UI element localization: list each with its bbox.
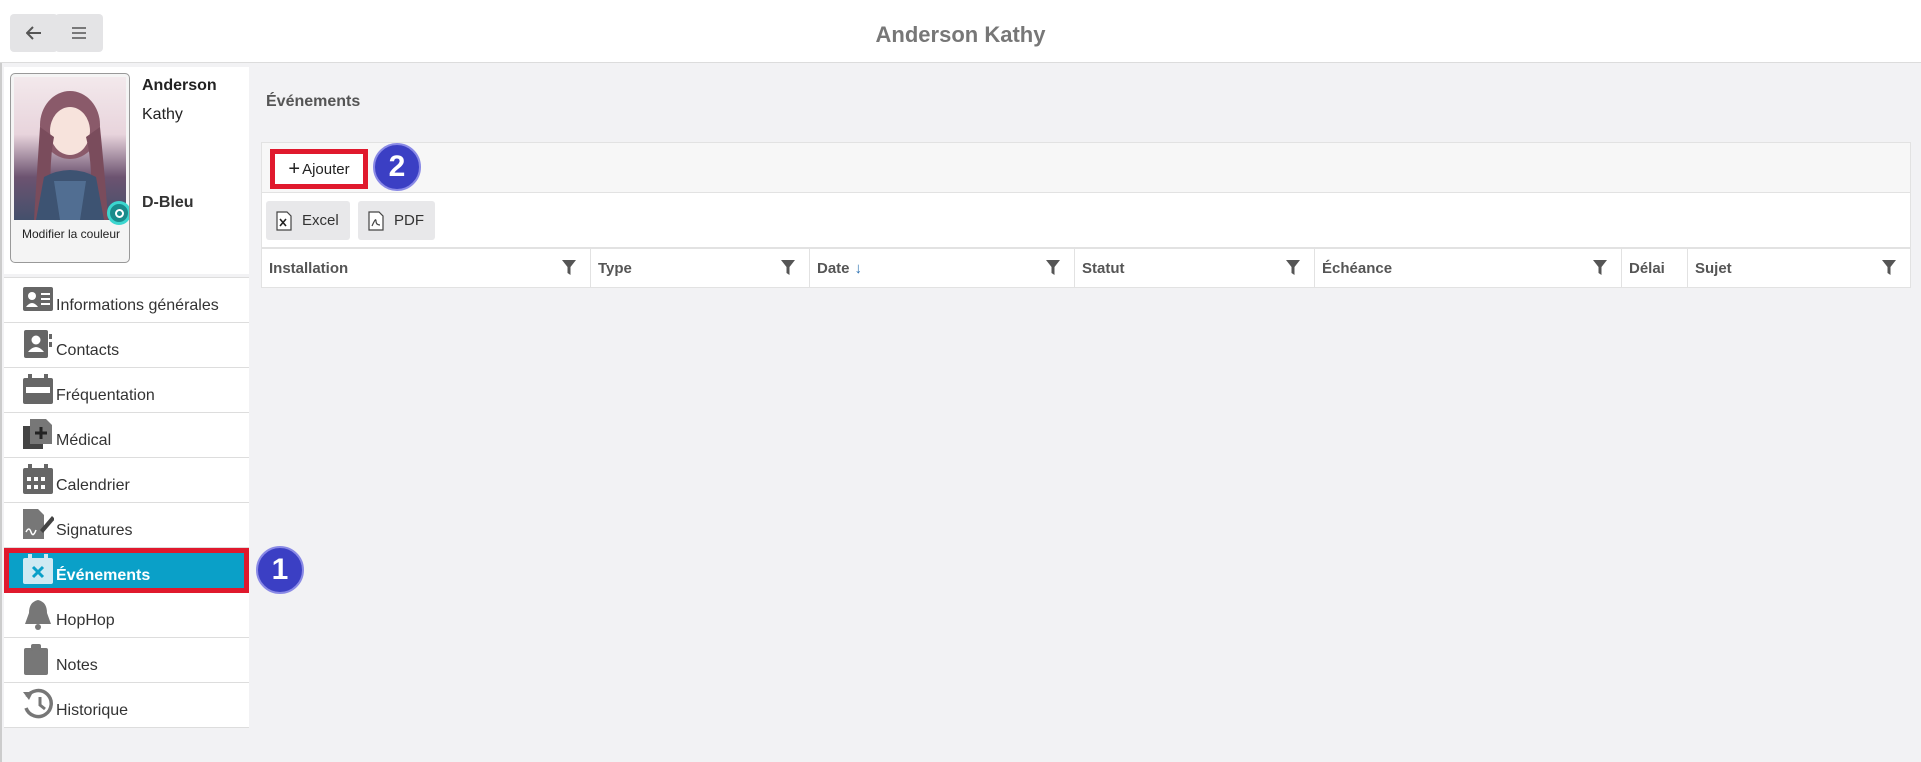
sidebar-item-label: HopHop (56, 612, 115, 629)
step-marker-1: 1 (256, 546, 304, 594)
add-button-label: Ajouter (302, 160, 350, 178)
profile-card: Modifier la couleur Anderson Kathy D-Ble… (4, 67, 249, 274)
column-header-echeance[interactable]: Échéance (1315, 249, 1622, 287)
column-label: Installation (269, 259, 349, 277)
profile-first-name: Kathy (142, 106, 183, 123)
event-icon (23, 554, 53, 584)
filter-icon[interactable] (1593, 260, 1607, 275)
section-title: Événements (266, 93, 361, 110)
photo-caption[interactable]: Modifier la couleur (11, 227, 129, 242)
sidebar-item-calendrier[interactable]: Calendrier (4, 458, 249, 503)
attendance-calendar-icon (23, 374, 53, 404)
column-label: Échéance (1322, 259, 1393, 277)
camera-icon[interactable] (107, 201, 129, 225)
top-bar: Anderson Kathy (0, 0, 1921, 63)
clipboard-icon (24, 644, 48, 675)
filter-icon[interactable] (562, 260, 576, 275)
excel-file-icon (276, 210, 292, 231)
pdf-file-icon (368, 210, 384, 231)
profile-last-name: Anderson (142, 77, 217, 94)
id-card-icon (23, 287, 53, 311)
medical-icon (23, 419, 52, 449)
signature-icon (23, 509, 54, 539)
sidebar-item-informations-generales[interactable]: Informations générales (4, 278, 249, 323)
photo-card[interactable]: Modifier la couleur (10, 73, 130, 263)
sidebar-nav: Informations générales Contacts Fréquent… (4, 277, 249, 728)
profile-group: D-Bleu (142, 194, 194, 211)
table-header: Installation Type Date ↓ Statut Échéance… (261, 248, 1911, 288)
contacts-icon (24, 330, 52, 358)
sidebar-item-frequentation[interactable]: Fréquentation (4, 368, 249, 413)
export-bar: Excel PDF (261, 193, 1911, 248)
plus-icon: + (288, 157, 301, 180)
column-label: Date (817, 259, 850, 277)
filter-icon[interactable] (1286, 260, 1300, 275)
column-header-date[interactable]: Date ↓ (810, 249, 1075, 287)
filter-icon[interactable] (781, 260, 795, 275)
bell-icon (25, 600, 51, 630)
export-pdf-label: PDF (394, 212, 424, 229)
add-button[interactable]: + Ajouter (270, 149, 368, 189)
column-header-sujet[interactable]: Sujet (1688, 249, 1910, 287)
calendar-icon (23, 464, 53, 494)
sidebar-item-contacts[interactable]: Contacts (4, 323, 249, 368)
export-pdf-button[interactable]: PDF (358, 201, 435, 240)
sidebar: Modifier la couleur Anderson Kathy D-Ble… (0, 63, 249, 762)
column-header-installation[interactable]: Installation (262, 249, 591, 287)
column-header-statut[interactable]: Statut (1075, 249, 1315, 287)
export-excel-label: Excel (302, 212, 339, 229)
toolbar: + Ajouter 2 (261, 142, 1911, 193)
history-icon (23, 688, 53, 719)
sidebar-item-evenements[interactable]: Événements (4, 548, 249, 593)
filter-icon[interactable] (1046, 260, 1060, 275)
sidebar-item-medical[interactable]: Médical (4, 413, 249, 458)
filter-icon[interactable] (1882, 260, 1896, 275)
column-header-type[interactable]: Type (591, 249, 810, 287)
sort-desc-icon: ↓ (854, 259, 863, 277)
step-marker-2: 2 (373, 143, 421, 191)
sidebar-item-notes[interactable]: Notes (4, 638, 249, 683)
column-label: Sujet (1695, 259, 1732, 277)
export-excel-button[interactable]: Excel (266, 201, 350, 240)
sidebar-item-historique[interactable]: Historique (4, 683, 249, 728)
sidebar-item-hophop[interactable]: HopHop (4, 593, 249, 638)
sidebar-item-label: Médical (56, 432, 112, 449)
sidebar-item-signatures[interactable]: Signatures (4, 503, 249, 548)
column-header-delai[interactable]: Délai (1622, 249, 1688, 287)
page-title: Anderson Kathy (875, 22, 1046, 47)
column-label: Type (598, 259, 632, 277)
column-label: Statut (1082, 259, 1125, 277)
column-label: Délai (1629, 259, 1665, 277)
profile-photo (14, 77, 126, 220)
